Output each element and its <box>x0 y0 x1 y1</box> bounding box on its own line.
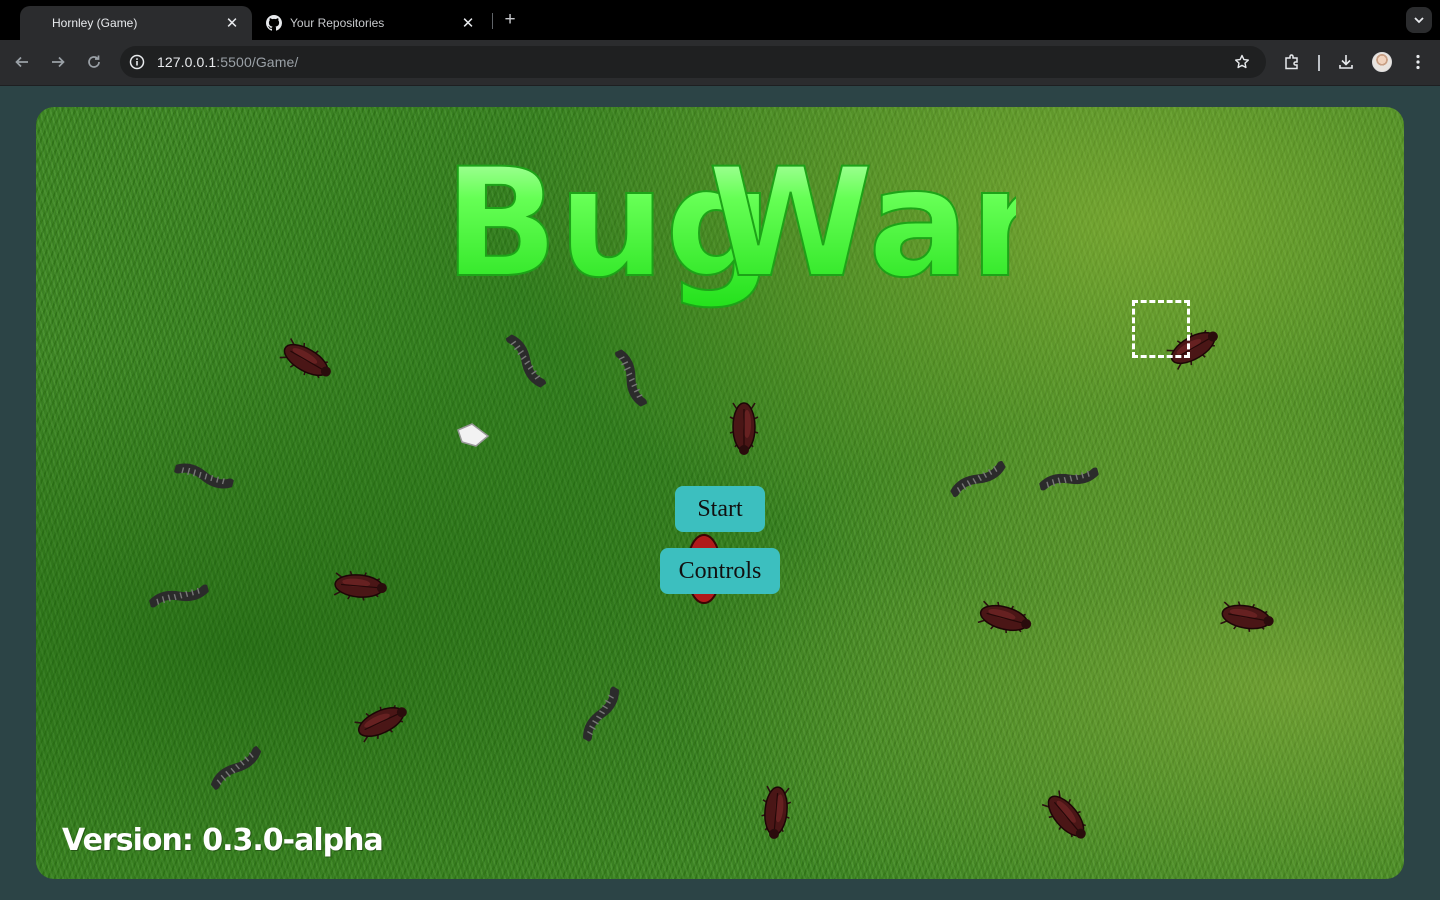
reload-icon <box>88 55 100 68</box>
url-host: 127.0.0.1 <box>157 54 217 70</box>
larva-sprite <box>1038 467 1100 491</box>
more-vertical-icon <box>1416 54 1420 70</box>
chevron-down-icon <box>1414 17 1424 24</box>
url-text: 127.0.0.1:5500/Game/ <box>157 54 298 70</box>
start-button[interactable]: Start <box>675 486 765 532</box>
url-path: :5500/Game/ <box>216 54 299 70</box>
address-bar[interactable]: 127.0.0.1:5500/Game/ <box>120 46 1266 78</box>
larva-sprite <box>582 686 620 742</box>
game-title-art: Bug Wars <box>443 136 1134 312</box>
tab-search-button[interactable] <box>1406 7 1432 33</box>
beetle-sprite <box>354 704 407 743</box>
avatar <box>1372 52 1392 72</box>
downloads-button[interactable] <box>1333 49 1359 75</box>
tab-your-repositories[interactable]: Your Repositories ✕ <box>256 6 488 40</box>
tab-hornley-game[interactable]: Hornley (Game) ✕ <box>20 6 252 40</box>
larva-sprite <box>210 746 262 790</box>
tab-title: Hornley (Game) <box>52 16 138 30</box>
beetle-sprite <box>1220 601 1274 632</box>
browser-menu-button[interactable] <box>1405 49 1431 75</box>
selection-marker <box>1132 300 1190 358</box>
version-label: Version: 0.3.0-alpha <box>62 823 384 858</box>
forward-button[interactable] <box>45 49 71 75</box>
download-icon <box>1339 55 1353 69</box>
beetle-sprite <box>333 570 387 601</box>
beetle-sprite <box>1041 790 1086 839</box>
puzzle-icon <box>1285 54 1298 70</box>
arrow-left-icon <box>15 56 28 68</box>
github-icon <box>266 15 282 31</box>
browser-toolbar: 127.0.0.1:5500/Game/ <box>0 40 1440 86</box>
bookmark-star-icon[interactable] <box>1232 52 1252 72</box>
game-title: Bug Wars <box>436 136 1134 317</box>
back-button[interactable] <box>9 49 35 75</box>
tab-title: Your Repositories <box>290 16 385 30</box>
tab-divider <box>492 13 493 29</box>
reload-button[interactable] <box>81 49 107 75</box>
game-canvas[interactable]: Bug Wars Start Controls Version: 0.3.0-a… <box>36 107 1404 879</box>
tab-strip: Hornley (Game) ✕ Your Repositories ✕ + <box>0 0 1440 40</box>
beetle-sprite <box>279 338 331 379</box>
controls-button[interactable]: Controls <box>660 548 780 594</box>
arrow-right-icon <box>52 56 65 68</box>
site-info-icon[interactable] <box>128 53 146 71</box>
extensions-button[interactable] <box>1279 49 1305 75</box>
new-tab-icon[interactable]: + <box>500 9 520 31</box>
profile-button[interactable] <box>1369 49 1395 75</box>
larva-sprite <box>615 349 647 407</box>
larva-sprite <box>173 463 235 489</box>
title-word-wars: Wars <box>708 137 1016 311</box>
beetle-sprite <box>729 402 759 455</box>
close-tab-icon[interactable]: ✕ <box>224 15 240 32</box>
larva-sprite <box>506 334 546 388</box>
crumb-sprite <box>457 423 490 447</box>
larva-sprite <box>148 584 210 608</box>
close-tab-icon[interactable]: ✕ <box>460 15 476 32</box>
beetle-sprite <box>761 785 792 839</box>
beetle-sprite <box>977 600 1032 634</box>
larva-sprite <box>950 461 1006 497</box>
toolbar-divider <box>1318 55 1320 71</box>
